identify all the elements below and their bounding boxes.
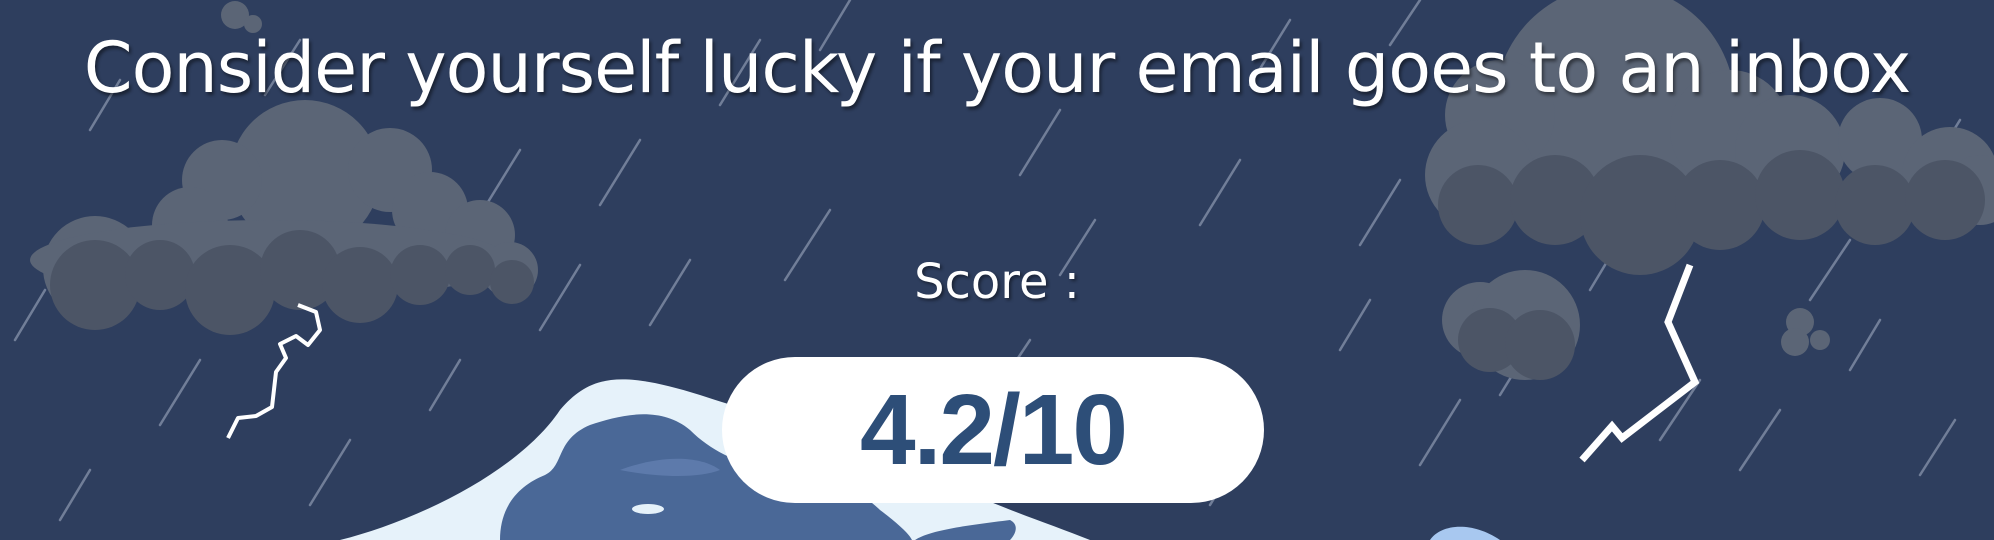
result-screen: Consider yourself lucky if your email go… <box>0 0 1994 540</box>
score-label: Score : <box>914 254 1080 310</box>
score-value: 4.2/10 <box>859 374 1128 486</box>
score-badge: 4.2/10 <box>722 357 1264 503</box>
page-title: Consider yourself lucky if your email go… <box>83 27 1912 109</box>
